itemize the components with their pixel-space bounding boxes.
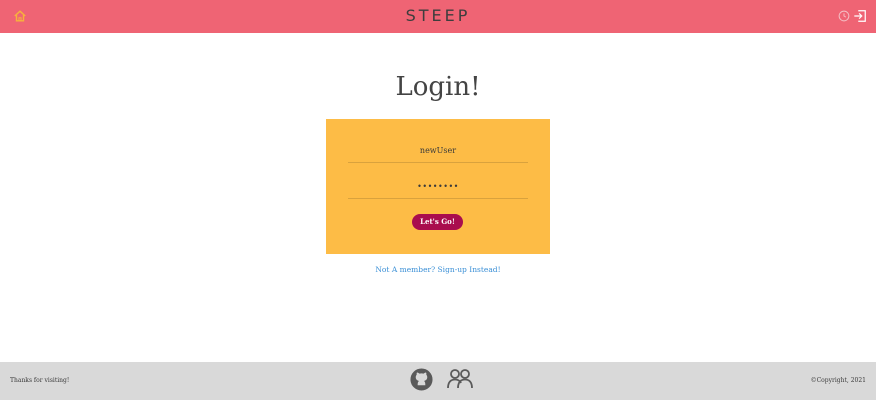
footer-thanks: Thanks for visiting! <box>10 377 70 384</box>
clock-icon[interactable] <box>838 10 850 22</box>
signup-link[interactable]: Not A member? Sign-up Instead! <box>0 265 876 274</box>
top-navbar: STEEP <box>0 0 876 33</box>
page-title: Login! <box>395 72 481 102</box>
team-icon[interactable] <box>446 368 474 390</box>
password-field[interactable]: •••••••• <box>348 182 528 199</box>
brand-logo[interactable]: STEEP <box>0 6 876 25</box>
github-icon[interactable] <box>410 368 433 391</box>
username-field[interactable]: newUser <box>348 146 528 163</box>
footer: Thanks for visiting! ©Copyright, 2021 <box>0 362 876 400</box>
footer-copyright: ©Copyright, 2021 <box>810 377 866 384</box>
login-form: newUser •••••••• Let's Go! <box>326 119 550 254</box>
logout-icon[interactable] <box>853 9 867 23</box>
submit-button[interactable]: Let's Go! <box>412 214 463 230</box>
